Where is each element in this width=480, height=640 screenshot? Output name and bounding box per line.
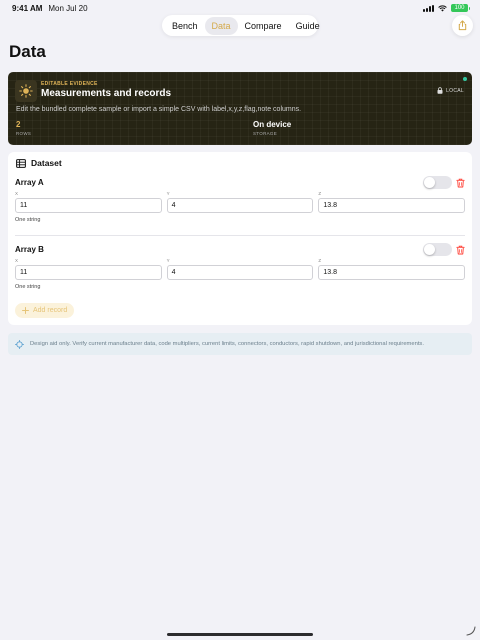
record-divider bbox=[15, 235, 465, 236]
rows-label: ROWS bbox=[16, 131, 32, 136]
rows-stat: 2 ROWS bbox=[16, 120, 31, 136]
record-label: Array A bbox=[15, 178, 44, 187]
local-badge: LOCAL bbox=[437, 87, 464, 94]
banner-title: Measurements and records bbox=[41, 88, 172, 99]
table-icon bbox=[16, 158, 26, 168]
x-field[interactable]: 11 bbox=[15, 198, 162, 213]
add-record-label: Add record bbox=[33, 307, 68, 314]
export-button[interactable] bbox=[452, 15, 473, 36]
sun-icon bbox=[15, 80, 37, 102]
status-time: 9:41 AM bbox=[12, 3, 43, 13]
y-field[interactable]: 4 bbox=[166, 198, 314, 213]
battery-icon: 100 bbox=[451, 4, 470, 12]
y-field[interactable]: 4 bbox=[166, 265, 314, 280]
z-label: Z bbox=[318, 258, 322, 263]
dataset-title: Dataset bbox=[31, 158, 62, 168]
y-label: Y bbox=[166, 191, 170, 196]
add-record-button[interactable]: Add record bbox=[15, 303, 75, 318]
z-field[interactable]: 13.8 bbox=[318, 265, 466, 280]
storage-stat: On device STORAGE bbox=[253, 120, 291, 136]
storage-value: On device bbox=[253, 120, 292, 129]
home-indicator[interactable] bbox=[167, 633, 313, 636]
dataset-card: Dataset Array A X 11 Y 4 Z 13.8 One stri… bbox=[8, 152, 472, 325]
z-field[interactable]: 13.8 bbox=[318, 198, 466, 213]
rows-value: 2 bbox=[16, 120, 21, 129]
local-badge-label: LOCAL bbox=[446, 87, 464, 94]
status-dot bbox=[463, 77, 467, 81]
tab-bench[interactable]: Bench bbox=[165, 17, 205, 35]
trash-icon[interactable] bbox=[456, 245, 465, 255]
battery-level: 100 bbox=[454, 5, 465, 11]
resize-handle-icon[interactable] bbox=[466, 626, 476, 636]
dataset-header: Dataset bbox=[16, 158, 62, 168]
share-icon bbox=[458, 20, 467, 31]
cellular-signal-icon bbox=[423, 4, 434, 12]
x-label: X bbox=[15, 191, 19, 196]
plus-icon bbox=[22, 307, 29, 314]
design-disclaimer: Design aid only. Verify current manufact… bbox=[8, 333, 472, 355]
tab-data[interactable]: Data bbox=[204, 16, 238, 35]
z-label: Z bbox=[318, 191, 322, 196]
evidence-banner: EDITABLE EVIDENCE Measurements and recor… bbox=[8, 72, 472, 145]
flag-toggle[interactable] bbox=[423, 243, 452, 256]
record-note: One string bbox=[15, 284, 41, 290]
status-bar: 9:41 AM Mon Jul 20 100 bbox=[0, 0, 480, 16]
page-title: Data bbox=[9, 42, 46, 61]
wifi-icon bbox=[438, 5, 447, 11]
banner-description: Edit the bundled complete sample or impo… bbox=[16, 106, 302, 113]
disclaimer-text: Design aid only. Verify current manufact… bbox=[30, 341, 424, 347]
tab-guide[interactable]: Guide bbox=[289, 17, 327, 35]
x-field[interactable]: 11 bbox=[15, 265, 162, 280]
status-date: Mon Jul 20 bbox=[48, 3, 88, 13]
tab-compare[interactable]: Compare bbox=[238, 17, 289, 35]
lock-icon bbox=[437, 87, 443, 94]
flag-toggle[interactable] bbox=[423, 176, 452, 189]
x-label: X bbox=[15, 258, 19, 263]
crosshair-icon bbox=[15, 339, 24, 349]
section-tabs: Bench Data Compare Guide bbox=[162, 15, 320, 36]
record-label: Array B bbox=[15, 245, 44, 254]
storage-label: STORAGE bbox=[253, 131, 278, 136]
trash-icon[interactable] bbox=[456, 178, 465, 188]
y-label: Y bbox=[166, 258, 170, 263]
record-note: One string bbox=[15, 217, 41, 223]
banner-eyebrow: EDITABLE EVIDENCE bbox=[41, 81, 98, 87]
